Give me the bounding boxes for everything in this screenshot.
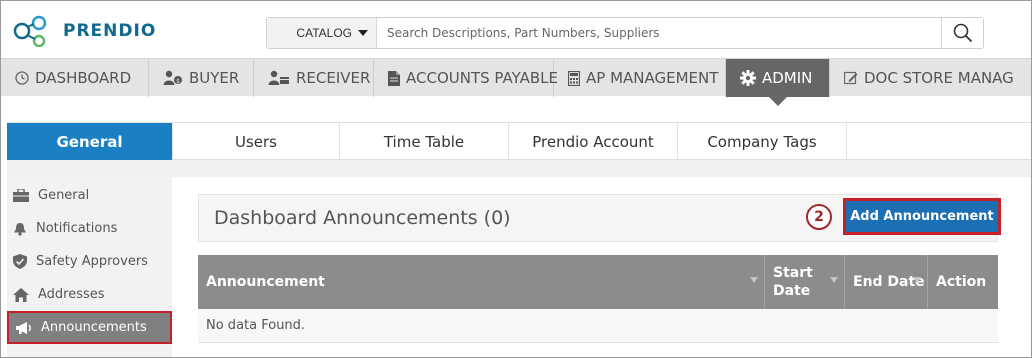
sidebar-item-label: Announcements — [41, 320, 147, 335]
receiver-icon — [268, 70, 289, 85]
nav-doc-store[interactable]: DOC STORE MANAG — [830, 59, 1020, 97]
empty-row: No data Found. — [198, 309, 998, 343]
nav-label: ADMIN — [762, 69, 813, 87]
search-input[interactable] — [377, 18, 941, 48]
svg-text:$: $ — [176, 78, 180, 85]
announcements-table: Announcement Start Date End Date Action … — [198, 255, 998, 343]
column-header-announcement[interactable]: Announcement — [198, 255, 765, 309]
page-title: Dashboard Announcements (0) — [214, 207, 511, 229]
search-button[interactable] — [941, 18, 983, 48]
briefcase-icon — [13, 189, 29, 202]
main-content: Dashboard Announcements (0) 2 Add Announ… — [172, 177, 1031, 357]
app-window: PRENDIO CATALOG DASHBOARD $ BUYER RECEIV… — [0, 0, 1032, 358]
tab-prendio-account[interactable]: Prendio Account — [509, 123, 678, 160]
nav-accounts-payable[interactable]: ACCOUNTS PAYABLE — [374, 59, 558, 97]
gear-icon — [740, 70, 756, 86]
sidebar-item-general[interactable]: General — [7, 179, 172, 212]
caret-down-icon — [358, 30, 368, 36]
nav-buyer[interactable]: $ BUYER — [149, 59, 254, 97]
catalog-dropdown[interactable]: CATALOG — [267, 18, 377, 48]
megaphone-icon — [16, 321, 31, 334]
edit-icon — [844, 71, 858, 85]
column-header-action: Action — [928, 255, 998, 309]
search-icon — [953, 23, 972, 43]
sidebar-item-label: Addresses — [38, 287, 105, 302]
prendio-logo[interactable]: PRENDIO — [13, 15, 156, 47]
column-header-start-date[interactable]: Start Date — [765, 255, 845, 309]
nav-ap-management[interactable]: AP MANAGEMENT — [554, 59, 726, 97]
nav-label: BUYER — [189, 69, 240, 87]
calculator-icon — [568, 70, 580, 86]
sidebar-item-notifications[interactable]: Notifications — [7, 212, 172, 245]
document-icon — [388, 70, 400, 86]
nav-label: AP MANAGEMENT — [586, 69, 719, 87]
nav-label: ACCOUNTS PAYABLE — [406, 69, 558, 87]
empty-message: No data Found. — [206, 318, 306, 333]
nav-label: DOC STORE MANAG — [864, 69, 1014, 87]
tab-general[interactable]: General — [7, 123, 173, 160]
tab-time-table[interactable]: Time Table — [340, 123, 509, 160]
sort-caret-icon — [830, 277, 838, 283]
sidebar-item-announcements[interactable]: Announcements — [7, 311, 172, 344]
admin-sidebar: General Notifications Safety Approvers A… — [7, 177, 172, 357]
tab-company-tags[interactable]: Company Tags — [678, 123, 847, 160]
top-bar: PRENDIO CATALOG — [1, 1, 1031, 58]
bell-icon — [14, 222, 26, 236]
tab-users[interactable]: Users — [173, 123, 340, 160]
column-label: Start Date — [773, 265, 813, 299]
search-bar: CATALOG — [266, 17, 984, 49]
sort-caret-icon — [750, 277, 758, 283]
buyer-icon: $ — [163, 70, 182, 85]
nav-dashboard[interactable]: DASHBOARD — [1, 59, 149, 97]
sidebar-item-label: Safety Approvers — [36, 254, 148, 269]
catalog-label: CATALOG — [296, 26, 352, 40]
add-announcement-button[interactable]: Add Announcement — [843, 198, 1001, 235]
nav-label: RECEIVER — [296, 69, 371, 87]
main-nav: DASHBOARD $ BUYER RECEIVER ACCOUNTS PAYA… — [1, 58, 1031, 106]
column-label: Announcement — [206, 274, 325, 290]
home-icon — [13, 287, 29, 302]
table-header: Announcement Start Date End Date Action — [198, 255, 998, 309]
tab-separator-band — [7, 160, 1031, 177]
sidebar-item-addresses[interactable]: Addresses — [7, 278, 172, 311]
sidebar-item-label: General — [38, 188, 90, 203]
brand-name: PRENDIO — [63, 21, 157, 41]
nav-label: DASHBOARD — [35, 69, 132, 87]
clock-icon — [15, 71, 29, 85]
nav-receiver[interactable]: RECEIVER — [254, 59, 374, 97]
logo-icon — [13, 15, 47, 47]
callout-step-2: 2 — [806, 204, 832, 230]
admin-sub-tabs: General Users Time Table Prendio Account… — [7, 122, 1031, 160]
shield-icon — [13, 254, 27, 269]
sidebar-item-label: Notifications — [36, 221, 118, 236]
column-label: Action — [936, 274, 987, 290]
nav-admin[interactable]: ADMIN — [726, 59, 830, 106]
sort-caret-icon — [913, 277, 921, 283]
sidebar-item-safety-approvers[interactable]: Safety Approvers — [7, 245, 172, 278]
column-header-end-date[interactable]: End Date — [845, 255, 928, 309]
